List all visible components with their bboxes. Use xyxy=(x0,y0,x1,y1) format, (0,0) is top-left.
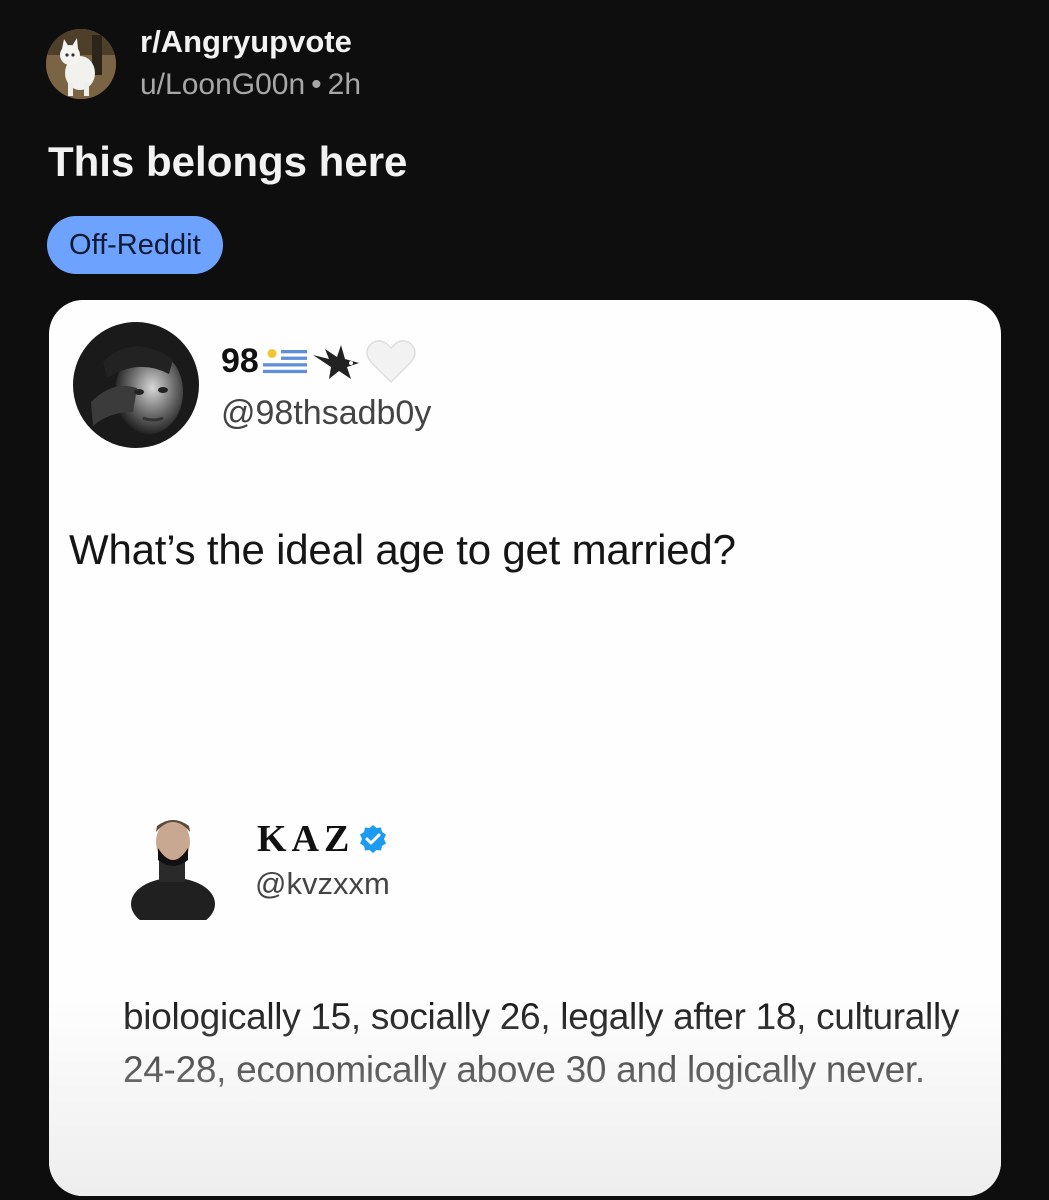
meta-separator: • xyxy=(311,68,322,101)
reply-photo-icon xyxy=(131,820,215,930)
reply-handle: @kvzxxm xyxy=(255,866,390,901)
tweet-handle: @98thsadb0y xyxy=(221,394,432,432)
eagle-icon xyxy=(312,345,359,379)
profile-photo-icon xyxy=(73,322,199,448)
tweet-text: What’s the ideal age to get married? xyxy=(69,526,736,573)
subreddit-name[interactable]: r/Angryupvote xyxy=(140,23,361,61)
tweet-avatar xyxy=(73,322,199,448)
post-flair[interactable]: Off-Reddit xyxy=(47,216,223,274)
tweet-display-name: 98 xyxy=(221,338,417,384)
post-meta: u/LoonG00n • 2h xyxy=(140,65,361,105)
post-age: 2h xyxy=(327,68,362,101)
post-image[interactable]: 98 @98thsadb0y What’s the ideal age to g… xyxy=(49,300,1001,1196)
author-name[interactable]: u/LoonG00n xyxy=(140,68,305,101)
white-heart-icon xyxy=(366,340,416,384)
reply-display-name: KAZ xyxy=(257,817,388,861)
reply-text: biologically 15, socially 26, legally af… xyxy=(123,996,960,1090)
name-emojis xyxy=(262,338,417,384)
post-title[interactable]: This belongs here xyxy=(48,136,407,188)
uruguay-flag-icon xyxy=(262,346,307,376)
reply-display-name-text: KAZ xyxy=(257,818,355,860)
subreddit-avatar[interactable] xyxy=(46,29,116,99)
reply-avatar xyxy=(125,808,221,930)
verified-badge-icon xyxy=(358,824,388,854)
post-header: r/Angryupvote u/LoonG00n • 2h xyxy=(46,24,361,104)
tweet-display-name-text: 98 xyxy=(221,341,259,380)
cat-avatar-icon xyxy=(46,29,116,99)
